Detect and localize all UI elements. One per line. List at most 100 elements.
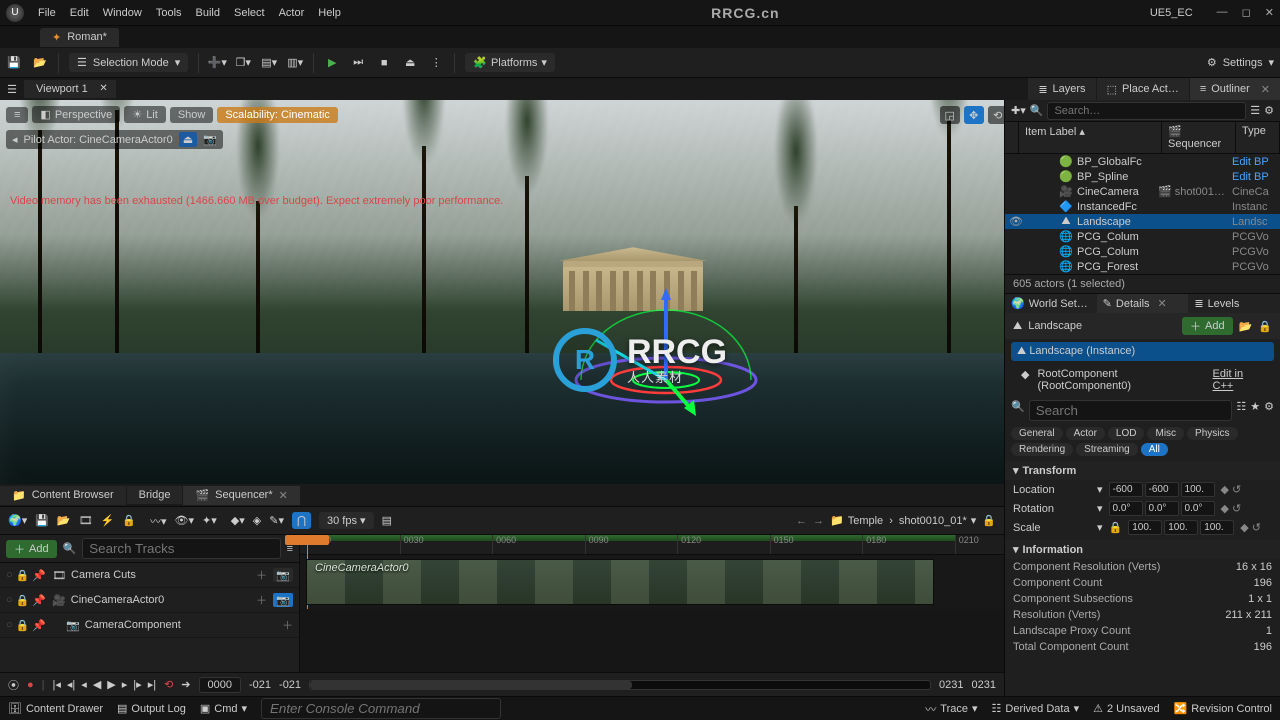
- step-forward[interactable]: ▸: [122, 678, 128, 691]
- details-settings[interactable]: ⚙: [1264, 400, 1274, 421]
- seq-visibility-button[interactable]: 👁▾: [175, 514, 195, 527]
- scale-y[interactable]: [1164, 520, 1198, 535]
- scale-x[interactable]: [1128, 520, 1162, 535]
- console-command-input[interactable]: [261, 698, 501, 719]
- filter-chip-all[interactable]: All: [1141, 443, 1168, 456]
- viewport-menu-chip[interactable]: ≡: [6, 107, 28, 123]
- track-lock[interactable]: 🔒: [16, 594, 30, 607]
- outliner-row[interactable]: 🟢BP_GlobalFcEdit BP: [1005, 154, 1280, 169]
- transform-section[interactable]: ▾Transform: [1005, 461, 1280, 480]
- viewport-show[interactable]: Show: [170, 107, 214, 123]
- browse-button[interactable]: 📂: [32, 55, 48, 71]
- outliner-list[interactable]: 🟢BP_GlobalFcEdit BP🟢BP_SplineEdit BP🎥Cin…: [1005, 154, 1280, 274]
- menu-help[interactable]: Help: [318, 7, 341, 19]
- location-dropdown[interactable]: ▾: [1097, 483, 1103, 496]
- col-type[interactable]: Type: [1236, 122, 1280, 153]
- outliner-new-folder[interactable]: ✚▾: [1011, 104, 1026, 117]
- outliner-row[interactable]: 🟢BP_SplineEdit BP: [1005, 169, 1280, 184]
- viewport-scalability[interactable]: Scalability: Cinematic: [217, 107, 338, 123]
- information-section[interactable]: ▾Information: [1005, 540, 1280, 559]
- skip-button[interactable]: ⏭: [350, 55, 366, 71]
- save-button[interactable]: 💾: [6, 55, 22, 71]
- jump-button[interactable]: ➔: [181, 678, 190, 691]
- bc-forward[interactable]: →: [813, 515, 824, 527]
- actor-type[interactable]: Edit BP: [1232, 171, 1276, 183]
- seq-colorbars-button[interactable]: ▤: [382, 514, 392, 527]
- play-options-button[interactable]: ⋮: [428, 55, 444, 71]
- seq-autokey-button[interactable]: ◈: [253, 514, 261, 527]
- add-track-button[interactable]: ＋Add: [6, 540, 57, 558]
- menu-select[interactable]: Select: [234, 7, 265, 19]
- tab-place-actors[interactable]: ⬚ Place Act…: [1097, 78, 1189, 100]
- bc-lock-icon[interactable]: 🔒: [982, 514, 996, 527]
- filter-chip-physics[interactable]: Physics: [1187, 427, 1237, 440]
- platforms-dropdown[interactable]: 🧩 Platforms ▾: [465, 53, 555, 72]
- seq-edit-button[interactable]: ✎▾: [269, 514, 284, 527]
- scale-dropdown[interactable]: ▾: [1097, 521, 1103, 534]
- track-camera-toggle[interactable]: 📷: [273, 568, 293, 582]
- menu-file[interactable]: File: [38, 7, 56, 19]
- menu-build[interactable]: Build: [196, 7, 220, 19]
- track-mute[interactable]: ○: [6, 594, 13, 607]
- minimize-button[interactable]: —: [1217, 6, 1228, 19]
- location-x[interactable]: [1109, 482, 1143, 497]
- curve-area[interactable]: [300, 609, 1004, 672]
- filter-chip-general[interactable]: General: [1011, 427, 1063, 440]
- play-button[interactable]: ▶: [324, 55, 340, 71]
- menu-actor[interactable]: Actor: [279, 7, 305, 19]
- selection-mode-dropdown[interactable]: ☰ Selection Mode ▾: [69, 53, 188, 72]
- fps-dropdown[interactable]: 30 fps ▾: [319, 512, 374, 529]
- tab-details[interactable]: ✎Details✕: [1097, 294, 1189, 313]
- outliner-row[interactable]: 🌐PCG_ColumPCGVo: [1005, 244, 1280, 259]
- camera-cuts-strip[interactable]: CineCameraActor0: [306, 559, 934, 605]
- bc-shot[interactable]: shot0010_01* ▾: [899, 514, 976, 527]
- track-row[interactable]: ○🔒📌🎞Camera Cuts＋📷: [0, 563, 299, 588]
- col-item-label[interactable]: Item Label ▴: [1019, 122, 1162, 153]
- viewport-menu-button[interactable]: ☰: [4, 81, 20, 97]
- rotation-revert[interactable]: ↺: [1232, 502, 1241, 515]
- scale-z[interactable]: [1200, 520, 1234, 535]
- track-pin[interactable]: 📌: [32, 569, 46, 582]
- pilot-camera-icon[interactable]: 📷: [203, 133, 217, 146]
- track-camera-toggle[interactable]: 📷: [273, 593, 293, 607]
- filter-chip-rendering[interactable]: Rendering: [1011, 443, 1073, 456]
- rotation-dropdown[interactable]: ▾: [1097, 502, 1103, 515]
- scale-reset[interactable]: ◆: [1240, 521, 1248, 534]
- scale-revert[interactable]: ↺: [1252, 521, 1261, 534]
- marketplace-button[interactable]: ❐▾: [235, 55, 251, 71]
- location-revert[interactable]: ↺: [1232, 483, 1241, 496]
- track-mute[interactable]: ○: [6, 569, 13, 582]
- details-instance-row[interactable]: ⛰ Landscape (Instance): [1011, 342, 1274, 361]
- tab-layers[interactable]: ≣ Layers: [1028, 78, 1095, 100]
- current-frame[interactable]: 0000: [199, 677, 241, 693]
- track-row[interactable]: ○🔒📌🎥CineCameraActor0＋📷: [0, 588, 299, 613]
- close-button[interactable]: ✕: [1265, 6, 1274, 19]
- tab-bridge[interactable]: Bridge: [127, 486, 183, 504]
- play-reverse[interactable]: ◀: [93, 678, 101, 691]
- record-button[interactable]: ●: [27, 679, 34, 691]
- tab-outliner[interactable]: ≡ Outliner ✕: [1190, 78, 1280, 100]
- timeline[interactable]: 00000030006000900120015001800210 CineCam…: [300, 535, 1004, 672]
- outliner-row[interactable]: 🎥CineCamera🎬 shot0010_01CineCa: [1005, 184, 1280, 199]
- rotation-z[interactable]: [1181, 501, 1215, 516]
- add-content-button[interactable]: ➕▾: [209, 55, 225, 71]
- outliner-row[interactable]: 🔷InstancedFcInstanc: [1005, 199, 1280, 214]
- menu-tools[interactable]: Tools: [156, 7, 182, 19]
- outliner-filter-button[interactable]: ☰: [1250, 104, 1260, 117]
- menu-window[interactable]: Window: [103, 7, 142, 19]
- tab-sequencer[interactable]: 🎬Sequencer*✕: [183, 486, 299, 505]
- outliner-search-input[interactable]: [1047, 102, 1246, 120]
- transport-options[interactable]: ⦿: [8, 677, 19, 693]
- filter-chip-misc[interactable]: Misc: [1147, 427, 1184, 440]
- seq-lock-button[interactable]: 🔒: [122, 514, 136, 527]
- track-pin[interactable]: 📌: [32, 594, 46, 607]
- unsaved-button[interactable]: ⚠2 Unsaved: [1093, 702, 1159, 715]
- rotation-x[interactable]: [1109, 501, 1143, 516]
- settings-dropdown[interactable]: ⚙ Settings ▾: [1207, 56, 1274, 69]
- blueprints-button[interactable]: ▤▾: [261, 55, 277, 71]
- vp-select-mode[interactable]: ◲: [940, 106, 960, 124]
- content-drawer-button[interactable]: 🗄Content Drawer: [8, 702, 103, 715]
- maximize-button[interactable]: ◻: [1242, 6, 1251, 19]
- root-component-row[interactable]: ◆ RootComponent (RootComponent0) Edit in…: [1015, 366, 1270, 394]
- col-sequencer[interactable]: 🎬 Sequencer: [1162, 122, 1236, 153]
